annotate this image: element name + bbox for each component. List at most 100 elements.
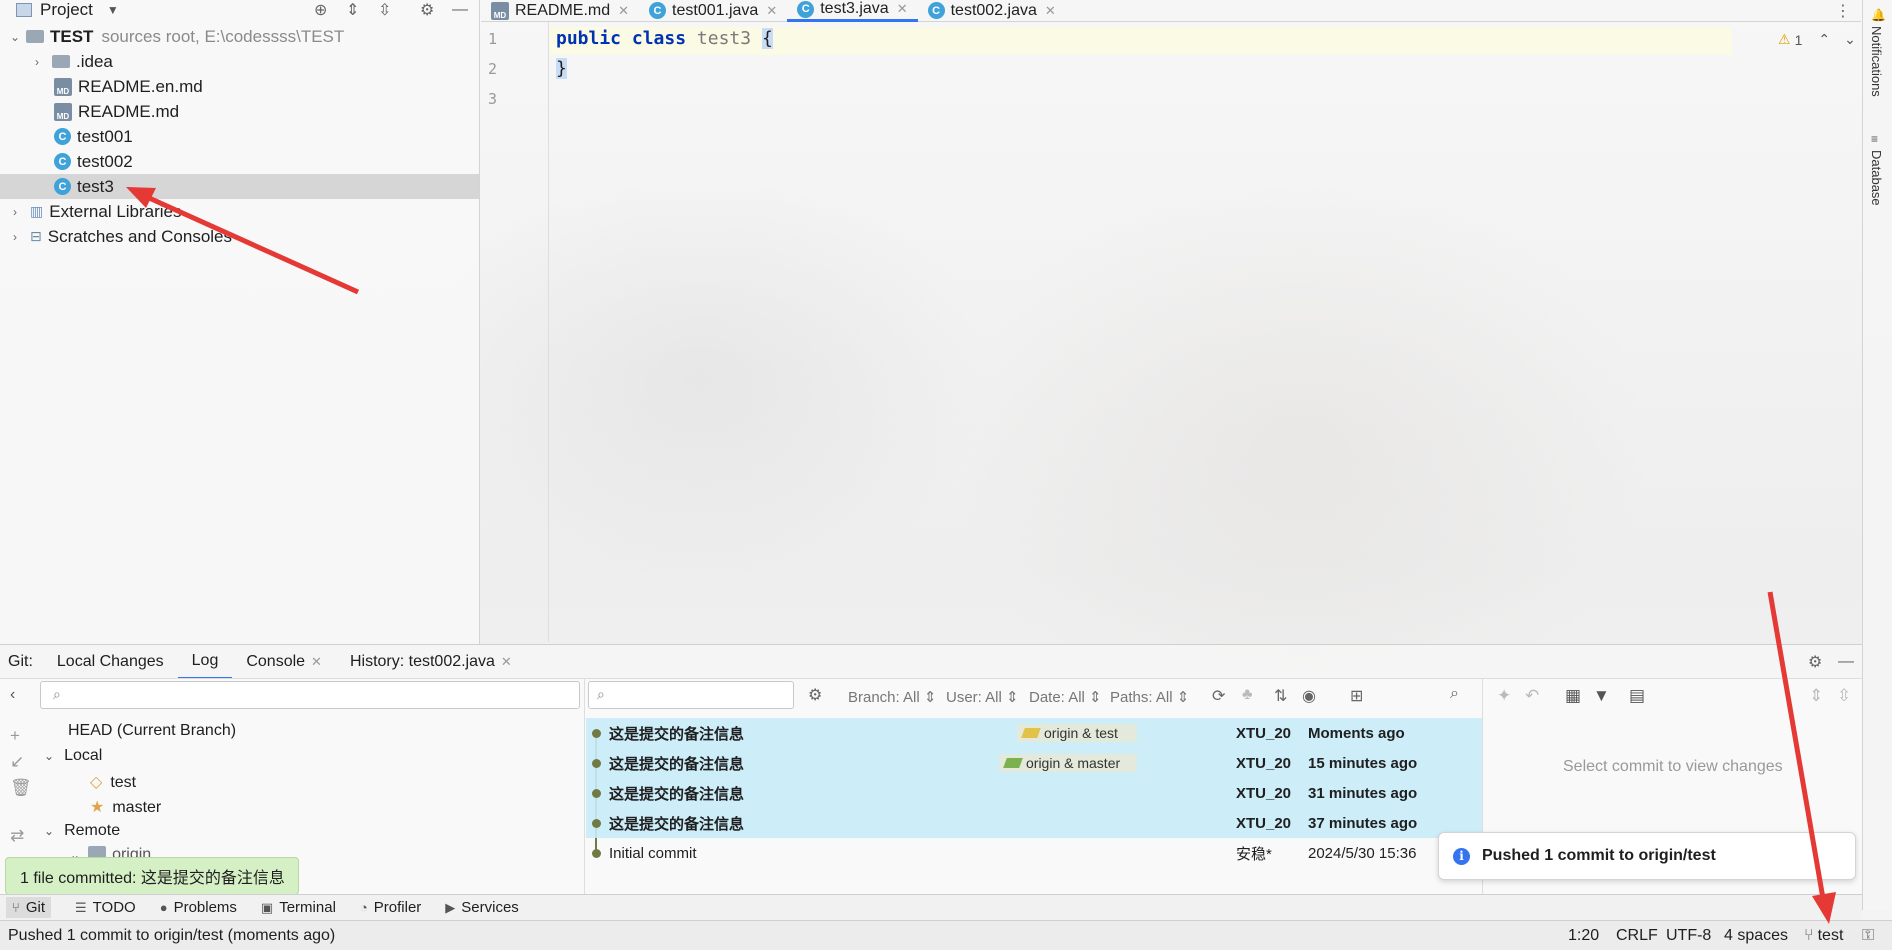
chevron-down-icon[interactable]: ⌄ bbox=[44, 749, 54, 763]
chevron-down-icon[interactable]: ▼ bbox=[107, 3, 119, 17]
tree-item-test3[interactable]: C test3 bbox=[54, 174, 114, 199]
filter-date[interactable]: Date: All ⇕ bbox=[1029, 688, 1102, 706]
file-encoding[interactable]: UTF-8 bbox=[1666, 927, 1711, 945]
branch-search-input[interactable]: ⌕ bbox=[40, 681, 580, 709]
checkout-icon[interactable]: ↙ bbox=[10, 752, 24, 772]
project-title[interactable]: Project bbox=[40, 0, 93, 20]
tab-log[interactable]: Log bbox=[177, 645, 233, 679]
lock-icon[interactable]: ⚿ bbox=[1862, 927, 1874, 945]
tag-icon bbox=[1003, 758, 1023, 768]
collapse-all-icon[interactable]: ⇳ bbox=[1837, 686, 1851, 706]
search-icon[interactable]: ⌕ bbox=[1450, 685, 1459, 703]
expand-all-icon[interactable]: ⇕ bbox=[1809, 686, 1823, 706]
tool-git[interactable]: ⑂ Git bbox=[6, 897, 51, 918]
tab-readme[interactable]: MD README.md ✕ bbox=[481, 0, 639, 22]
push-toast[interactable]: i Pushed 1 commit to origin/test bbox=[1438, 832, 1856, 880]
scratches-icon: ⊟ bbox=[30, 228, 42, 244]
filter-user[interactable]: User: All ⇕ bbox=[946, 688, 1019, 706]
gear-icon[interactable]: ⚙ bbox=[420, 0, 434, 20]
tree-item-idea[interactable]: › .idea bbox=[30, 49, 113, 74]
back-icon[interactable]: ‹ bbox=[10, 686, 15, 704]
chevron-up-icon[interactable]: ⌃ bbox=[1818, 31, 1830, 48]
database-icon[interactable]: ≡ bbox=[1871, 132, 1878, 146]
log-search-input[interactable]: ⌕ bbox=[588, 681, 794, 709]
line-separator[interactable]: CRLF bbox=[1616, 927, 1658, 945]
close-icon[interactable]: ✕ bbox=[501, 654, 512, 670]
indent-setting[interactable]: 4 spaces bbox=[1724, 927, 1788, 945]
close-icon[interactable]: ✕ bbox=[618, 3, 629, 19]
chevron-right-icon[interactable]: › bbox=[8, 230, 22, 244]
branch-test[interactable]: ◇ test bbox=[90, 772, 136, 792]
delete-icon[interactable]: 🗑 bbox=[10, 778, 32, 798]
tool-profiler[interactable]: ◔ Profiler bbox=[360, 899, 421, 916]
git-branch-widget[interactable]: ⑂ test bbox=[1804, 927, 1843, 945]
status-message[interactable]: Pushed 1 commit to origin/test (moments … bbox=[8, 927, 335, 945]
chevron-down-icon[interactable]: ⌄ bbox=[44, 824, 54, 838]
tool-todo[interactable]: ☰ TODO bbox=[75, 899, 136, 916]
filter-paths[interactable]: Paths: All ⇕ bbox=[1110, 688, 1189, 706]
tool-terminal[interactable]: ▣ Terminal bbox=[261, 899, 336, 916]
chevron-right-icon[interactable]: › bbox=[30, 55, 44, 69]
commit-row[interactable]: 这是提交的备注信息 origin & test XTU_20 Moments a… bbox=[586, 718, 1482, 748]
locate-icon[interactable]: ⊕ bbox=[314, 0, 327, 20]
tab-console[interactable]: Console ✕ bbox=[232, 645, 336, 679]
code-line-1[interactable]: public class test3 { bbox=[556, 28, 773, 49]
gear-icon[interactable]: ⚙ bbox=[1808, 652, 1822, 672]
gear-icon[interactable]: ⚙ bbox=[808, 685, 822, 705]
new-tab-icon[interactable]: ⊞ bbox=[1350, 686, 1363, 706]
layout-icon[interactable]: ▤ bbox=[1629, 686, 1645, 706]
compare-icon[interactable]: ⇄ bbox=[10, 826, 24, 846]
code-line-2[interactable]: } bbox=[556, 58, 567, 79]
chevron-down-icon[interactable]: ⌄ bbox=[8, 30, 22, 44]
branch-head[interactable]: HEAD (Current Branch) bbox=[68, 722, 236, 740]
tool-services[interactable]: ▶ Services bbox=[445, 899, 519, 916]
revert-icon[interactable]: ↶ bbox=[1525, 686, 1539, 706]
tree-item-external-libraries[interactable]: › ▥ External Libraries bbox=[8, 199, 182, 224]
add-icon[interactable]: + bbox=[10, 726, 20, 746]
inspection-widget[interactable]: ⚠ 1 ⌃ ⌄ bbox=[1778, 31, 1856, 48]
tree-item-readme[interactable]: MD README.md bbox=[54, 99, 179, 124]
chevron-right-icon[interactable]: › bbox=[8, 205, 22, 219]
cherry-pick-icon[interactable]: ♣ bbox=[1242, 686, 1253, 704]
commit-row[interactable]: 这是提交的备注信息 origin & master XTU_20 15 minu… bbox=[586, 748, 1482, 778]
minimize-icon[interactable]: — bbox=[452, 1, 468, 19]
chevron-down-icon[interactable]: ⌄ bbox=[1844, 31, 1856, 48]
notifications-icon[interactable]: 🔔 bbox=[1871, 8, 1886, 22]
tab-history[interactable]: History: test002.java ✕ bbox=[336, 645, 526, 679]
tab-test3[interactable]: C test3.java ✕ bbox=[787, 0, 918, 22]
close-icon[interactable]: ✕ bbox=[897, 1, 908, 17]
more-tabs-icon[interactable]: ⋮ bbox=[1835, 1, 1851, 21]
commit-row[interactable]: 这是提交的备注信息 XTU_20 37 minutes ago bbox=[586, 808, 1482, 838]
sort-icon[interactable]: ⇅ bbox=[1274, 686, 1287, 706]
branch-group-local[interactable]: ⌄ Local bbox=[44, 747, 102, 765]
branch-group-remote[interactable]: ⌄ Remote bbox=[44, 822, 120, 840]
eye-icon[interactable]: ◉ bbox=[1302, 686, 1316, 706]
caret-position[interactable]: 1:20 bbox=[1568, 927, 1599, 945]
commit-toast[interactable]: 1 file committed: 这是提交的备注信息 bbox=[5, 857, 299, 895]
tab-test002[interactable]: C test002.java ✕ bbox=[918, 0, 1066, 22]
database-tab[interactable]: Database bbox=[1869, 150, 1884, 206]
expand-all-icon[interactable]: ⇕ bbox=[346, 0, 359, 20]
commit-row[interactable]: Initial commit 安稳* 2024/5/30 15:36 bbox=[586, 838, 1482, 868]
tree-item-readme-en[interactable]: MD README.en.md bbox=[54, 74, 203, 99]
tree-root[interactable]: ⌄ TEST sources root, E:\codessss\TEST bbox=[8, 24, 344, 49]
tree-item-test002[interactable]: C test002 bbox=[54, 149, 133, 174]
notifications-tab[interactable]: Notifications bbox=[1869, 26, 1884, 97]
refresh-icon[interactable]: ⟳ bbox=[1212, 686, 1225, 706]
apply-icon[interactable]: ✦ bbox=[1497, 686, 1511, 706]
tree-item-scratches[interactable]: › ⊟ Scratches and Consoles bbox=[8, 224, 232, 249]
group-icon[interactable]: ▦ bbox=[1565, 686, 1581, 706]
close-icon[interactable]: ✕ bbox=[311, 654, 322, 670]
tab-local-changes[interactable]: Local Changes bbox=[43, 645, 178, 679]
filter-icon[interactable]: ▼ bbox=[1593, 686, 1610, 706]
branch-master[interactable]: ★ master bbox=[90, 797, 161, 817]
collapse-all-icon[interactable]: ⇳ bbox=[378, 0, 391, 20]
close-icon[interactable]: ✕ bbox=[1045, 3, 1056, 19]
filter-branch[interactable]: Branch: All ⇕ bbox=[848, 688, 936, 706]
tool-problems[interactable]: ● Problems bbox=[160, 899, 237, 916]
commit-row[interactable]: 这是提交的备注信息 XTU_20 31 minutes ago bbox=[586, 778, 1482, 808]
tab-test001[interactable]: C test001.java ✕ bbox=[639, 0, 787, 22]
close-icon[interactable]: ✕ bbox=[766, 3, 777, 19]
minimize-icon[interactable]: — bbox=[1838, 653, 1854, 671]
tree-item-test001[interactable]: C test001 bbox=[54, 124, 133, 149]
